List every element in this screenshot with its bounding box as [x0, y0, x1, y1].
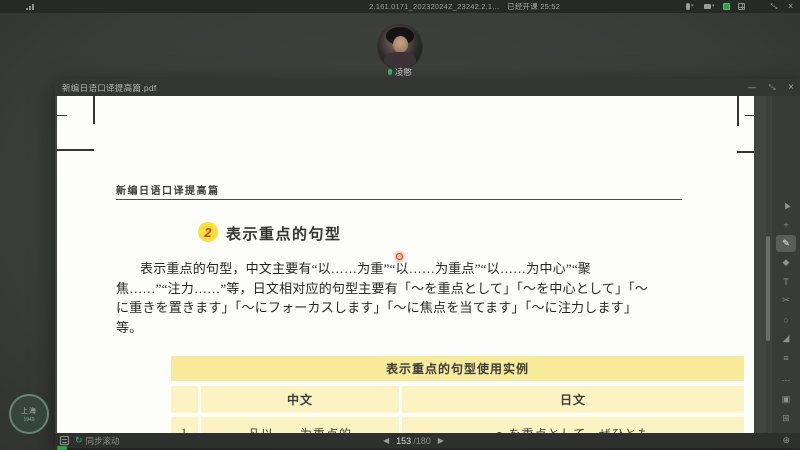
sync-icon: ↻	[75, 435, 83, 445]
pdf-window: 新编日语口译提高篇.pdf — ↖ ↘ × 新编日语口译提高篇 2 表示重点的句型…	[55, 79, 800, 448]
laser-icon: +	[783, 219, 789, 230]
table-title: 表示重点的句型使用实例	[171, 356, 744, 381]
column-header-chinese: 中文	[201, 386, 399, 413]
layers-tool-button[interactable]: ≡	[776, 349, 796, 366]
seal-text: 上海	[21, 407, 37, 415]
scissors-icon: ✂	[782, 295, 790, 305]
minimize-button[interactable]: —	[748, 83, 756, 92]
expand-icon: ↖ ↘	[770, 2, 778, 11]
pdf-page: 新编日语口译提高篇 2 表示重点的句型 表示重点的句型，中文主要有“以……为重”…	[57, 96, 754, 433]
crop-mark	[57, 115, 67, 116]
next-page-button[interactable]: ▶	[438, 436, 444, 445]
camera-button[interactable]: ▾	[704, 2, 715, 11]
mic-icon	[686, 3, 690, 10]
classroom-board-button[interactable]	[723, 2, 730, 11]
table-corner-cell	[171, 386, 198, 413]
running-head: 新编日语口译提高篇	[116, 186, 220, 197]
lesson-title: 2.161.0171_20232024Z_23242.2.1...	[369, 2, 500, 11]
class-status: 已经开课 25:52	[507, 2, 560, 11]
shapes-tool-button[interactable]: ○	[776, 311, 796, 328]
pointer-tool-button[interactable]: ▶	[776, 197, 796, 214]
scrollbar-thumb[interactable]	[766, 236, 770, 341]
chevron-down-icon[interactable]: ▾	[691, 2, 694, 11]
camera-icon	[704, 4, 711, 9]
layers-icon: ≡	[783, 352, 789, 363]
layout-grid-button[interactable]	[738, 2, 745, 11]
wallpaper-seal-logo: 上海 1949	[9, 394, 49, 434]
paragraph-line: 表示重点的句型，中文主要有“以……为重”“以……为重点”“以……为中心”“聚	[140, 261, 591, 276]
board-icon	[723, 3, 730, 10]
taskbar-peek-icon	[57, 446, 67, 450]
crop-mark	[737, 96, 739, 126]
signal-icon	[26, 3, 36, 10]
table-header-row: 中文 日文	[171, 386, 744, 413]
japanese-cell: ～を重点として、ぜひとも	[402, 417, 744, 433]
thumbnails-panel-button[interactable]	[60, 436, 69, 445]
pdf-statusbar: ↻ 同步滚动 ◀ 153 /180 ▶ ⊕	[55, 433, 800, 448]
participant-name-tag: 凌憨	[340, 66, 460, 77]
sync-scroll-toggle[interactable]: ↻ 同步滚动	[75, 433, 120, 448]
crop-mark	[745, 115, 754, 116]
maximize-button[interactable]: ↖ ↘	[768, 84, 776, 92]
seal-year: 1949	[23, 416, 35, 423]
annotation-toolbar: ▶ + ✎ ◆ T ✂ ○ ◢ ≡ ⋯ ▣ ⊞	[772, 96, 800, 433]
page-navigation: ◀ 153 /180 ▶	[383, 433, 444, 448]
total-pages: /180	[413, 435, 431, 446]
highlighter-tool-button[interactable]: ◆	[776, 254, 796, 271]
close-window-button[interactable]: ×	[788, 82, 794, 93]
current-page-number: 153	[396, 435, 412, 446]
pointer-icon: ▶	[780, 200, 792, 211]
grid-icon	[738, 3, 745, 10]
pdf-window-titlebar[interactable]: 新编日语口译提高篇.pdf — ↖ ↘ ×	[55, 79, 800, 96]
eraser-icon: ◢	[782, 333, 790, 343]
previous-page-button[interactable]: ◀	[383, 436, 389, 445]
more-icon: ⋯	[781, 375, 791, 385]
pen-tool-button[interactable]: ✎	[776, 235, 796, 252]
crop-mark	[737, 151, 754, 153]
mic-active-icon	[387, 68, 392, 75]
more-tools-button[interactable]: ⋯	[776, 372, 796, 389]
sync-scroll-label: 同步滚动	[85, 435, 120, 446]
zoom-fit-button[interactable]: ⊕	[782, 435, 790, 446]
board-icon: ▣	[781, 394, 791, 404]
row-number-cell: 1	[171, 417, 198, 433]
participant-name: 凌憨	[394, 66, 412, 77]
text-icon: T	[783, 276, 789, 287]
section-title: 表示重点的句型	[226, 226, 342, 243]
chinese-cell: 凡以……为重点的	[201, 417, 399, 433]
scissors-tool-button[interactable]: ✂	[776, 292, 796, 309]
chevron-down-icon[interactable]: ▾	[712, 2, 715, 11]
laser-tool-button[interactable]: +	[776, 216, 796, 233]
save-icon: ⊞	[782, 413, 790, 423]
paragraph-line: に重きを置きます」「～にフォーカスします」「～に焦点を当てます」「～に注力します…	[116, 300, 638, 315]
close-meeting-button[interactable]: ×	[788, 2, 793, 11]
highlighter-icon: ◆	[782, 257, 790, 267]
table-row: 1 凡以……为重点的 ～を重点として、ぜひとも	[171, 417, 744, 433]
lesson-info: 2.161.0171_20232024Z_23242.2.1... 已经开课 25…	[260, 0, 560, 13]
avatar-face	[393, 36, 408, 53]
column-header-japanese: 日文	[402, 386, 744, 413]
fullscreen-button[interactable]: ↖ ↘	[770, 2, 778, 11]
body-paragraph: 表示重点的句型，中文主要有“以……为重”“以……为重点”“以……为中心”“聚 焦…	[116, 259, 691, 337]
section-number: 2	[204, 224, 212, 240]
running-head-rule	[116, 199, 682, 200]
pen-icon: ✎	[782, 238, 790, 248]
eraser-tool-button[interactable]: ◢	[776, 330, 796, 347]
laser-pointer-dot	[396, 253, 403, 260]
save-tool-button[interactable]: ⊞	[776, 410, 796, 427]
participant-video-avatar[interactable]	[378, 25, 422, 69]
section-number-badge: 2	[198, 222, 218, 242]
meeting-topbar: 2.161.0171_20232024Z_23242.2.1... 已经开课 25…	[0, 0, 800, 13]
crop-mark	[57, 149, 94, 151]
crop-mark	[93, 96, 95, 124]
vertical-scrollbar[interactable]	[766, 96, 770, 433]
paragraph-line: 等。	[116, 319, 143, 335]
mic-button[interactable]: ▾	[686, 2, 694, 11]
shapes-icon: ○	[783, 314, 789, 325]
pdf-window-title: 新编日语口译提高篇.pdf	[62, 82, 157, 93]
text-tool-button[interactable]: T	[776, 273, 796, 290]
board-tool-button[interactable]: ▣	[776, 391, 796, 408]
paragraph-line: 焦……”“注力……”等，日文相对应的句型主要有「～を重点として」「～を中心として…	[116, 280, 649, 296]
close-icon[interactable]: ×	[788, 2, 793, 11]
